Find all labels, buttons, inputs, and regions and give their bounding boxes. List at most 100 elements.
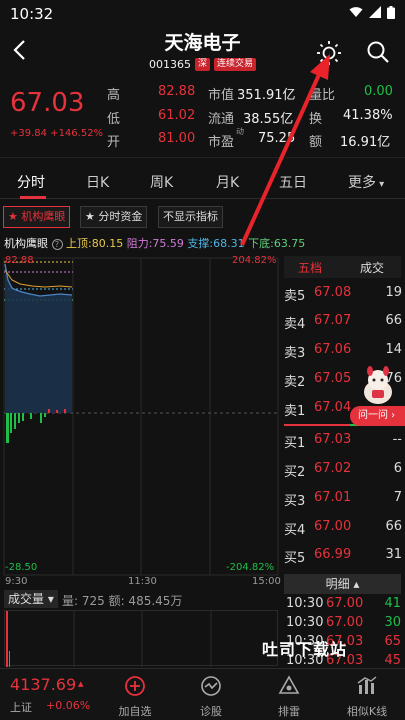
volume-chart[interactable] — [4, 610, 278, 667]
stethoscope-icon — [199, 675, 223, 697]
open-label: 开 — [107, 135, 121, 150]
star-icon: ★ — [8, 210, 18, 223]
tab-trades[interactable]: 成交 — [360, 259, 384, 276]
volume-bars-svg — [6, 611, 212, 667]
price-change: +39.84 +146.52% — [10, 128, 104, 139]
buy-row: 买5 66.99 31 — [284, 547, 404, 567]
high-value: 82.88 — [158, 84, 196, 99]
intraday-chart[interactable]: 82.88 204.82% -28.50 -204.82% 9:30 11:30… — [0, 250, 281, 590]
pct-axis-low: -204.82% — [226, 562, 275, 573]
trade-row: 10:30 67.00 30 — [286, 615, 401, 633]
bar-chart-icon — [355, 675, 379, 697]
buy-price: 67.02 — [314, 461, 352, 476]
book-tabs: 五档 成交 — [284, 256, 401, 278]
trade-time: 10:30 — [286, 596, 324, 611]
chip-institution-eye[interactable]: ★ 机构鹰眼 — [3, 206, 71, 228]
tab-more-label: 更多 — [348, 175, 376, 191]
detail-header[interactable]: 明细 ▴ — [284, 574, 401, 594]
x-axis-start: 9:30 — [5, 576, 28, 587]
buy-price: 66.99 — [314, 547, 352, 562]
trade-vol: 30 — [384, 615, 401, 630]
buy-row: 买1 67.03 -- — [284, 432, 404, 452]
quote-panel: 67.03 +39.84 +146.52% 高 82.88 市值 351.91亿… — [0, 78, 405, 158]
add-watchlist-button[interactable]: 加自选 — [100, 669, 170, 720]
buy-price: 67.03 — [314, 432, 352, 447]
indicator-name: 机构鹰眼 — [4, 237, 48, 250]
sell-label: 卖4 — [284, 317, 306, 332]
trade-row: 10:30 67.00 41 — [286, 596, 401, 614]
open-value: 81.00 — [158, 131, 196, 146]
trade-time: 10:30 — [286, 615, 324, 630]
mascot-icon[interactable] — [360, 366, 396, 406]
sell-vol: 14 — [385, 342, 402, 357]
sell-price: 67.04 — [314, 400, 352, 415]
help-icon[interactable]: ? — [51, 239, 63, 250]
indicator-row: 机构鹰眼 ? 上顶:80.15 阻力:75.59 支撑:68.31 下底:63.… — [4, 235, 404, 251]
system-icons — [349, 6, 395, 22]
trade-vol: 65 — [384, 634, 401, 649]
index-pct: +0.06% — [46, 699, 91, 712]
buy-vol: 66 — [385, 519, 402, 534]
tab-more[interactable]: 更多 ▾ — [348, 172, 384, 192]
buy-label: 买2 — [284, 465, 306, 480]
battery-icon — [387, 6, 395, 22]
book-divider — [284, 424, 350, 426]
index-name: 上证 — [10, 701, 32, 714]
tab-daily-k[interactable]: 日K — [86, 172, 109, 192]
star-icon: ★ — [85, 210, 95, 223]
buy-vol: 6 — [393, 461, 402, 476]
chip-label: 机构鹰眼 — [21, 210, 66, 223]
buy-label: 买5 — [284, 551, 306, 566]
risk-scan-button[interactable]: 排雷 — [254, 669, 324, 720]
ask-button[interactable]: 问一问 › — [350, 406, 405, 426]
buy-row: 买2 67.02 6 — [284, 461, 404, 481]
bottom-bar: 4137.69 ▴ 上证 +0.06% 加自选 诊股 排雷 相似K线 — [0, 668, 405, 720]
stock-header: 天海电子 001365 深 连续交易 — [0, 26, 405, 76]
sell-row: 卖5 67.08 19 — [284, 285, 404, 305]
nav-label: 排雷 — [278, 705, 300, 718]
chip-label: 分时资金 — [98, 210, 143, 223]
amount-value: 16.91亿 — [340, 135, 391, 150]
stock-code-row: 001365 深 连续交易 — [0, 58, 405, 71]
watermark-text: 吐司下载站 — [262, 640, 348, 659]
sell-label: 卖5 — [284, 289, 306, 304]
index-ticker[interactable]: 4137.69 ▴ 上证 +0.06% — [0, 669, 110, 720]
buy-vol: -- — [392, 432, 402, 447]
trade-vol: 41 — [384, 596, 401, 611]
similar-k-button[interactable]: 相似K线 — [332, 669, 402, 720]
tab-five-levels[interactable]: 五档 — [298, 259, 322, 276]
buy-label: 买1 — [284, 436, 306, 451]
indicator-top: 上顶:80.15 — [66, 237, 124, 250]
current-price: 67.03 — [10, 88, 85, 118]
trade-vol: 45 — [384, 653, 401, 668]
annotation-arrow-icon — [240, 54, 330, 246]
y-axis-high: 82.88 — [5, 255, 34, 266]
stock-name: 天海电子 — [164, 32, 241, 54]
tab-weekly-k[interactable]: 周K — [150, 172, 173, 192]
plus-circle-icon — [123, 675, 147, 697]
buy-label: 买4 — [284, 523, 306, 538]
trade-price: 67.00 — [326, 596, 364, 611]
buy-row: 买3 67.01 7 — [284, 490, 404, 510]
status-time: 10:32 — [10, 5, 54, 23]
chip-hide-indicator[interactable]: 不显示指标 — [158, 206, 223, 228]
stock-code: 001365 — [148, 58, 191, 71]
volume-selector[interactable]: 成交量 ▾ — [4, 590, 58, 608]
market-tag: 深 — [194, 58, 210, 71]
chip-intraday-funds[interactable]: ★ 分时资金 — [80, 206, 148, 228]
diagnose-button[interactable]: 诊股 — [176, 669, 246, 720]
sell-price: 67.05 — [314, 371, 352, 386]
sell-label: 卖2 — [284, 375, 306, 390]
chevron-down-icon: ▾ — [376, 179, 385, 190]
sell-row: 卖3 67.06 14 — [284, 342, 404, 362]
search-icon[interactable] — [366, 40, 390, 64]
chart-tabs: 分时 日K 周K 月K 五日 更多 ▾ — [0, 163, 405, 199]
wifi-icon — [349, 6, 363, 22]
nav-label: 相似K线 — [346, 705, 388, 718]
volume-ratio-value: 0.00 — [364, 84, 393, 99]
tab-intraday[interactable]: 分时 — [17, 172, 45, 192]
buy-vol: 31 — [385, 547, 402, 562]
low-value: 61.02 — [158, 108, 196, 123]
y-axis-low: -28.50 — [5, 562, 38, 573]
status-bar: 10:32 — [0, 0, 405, 26]
